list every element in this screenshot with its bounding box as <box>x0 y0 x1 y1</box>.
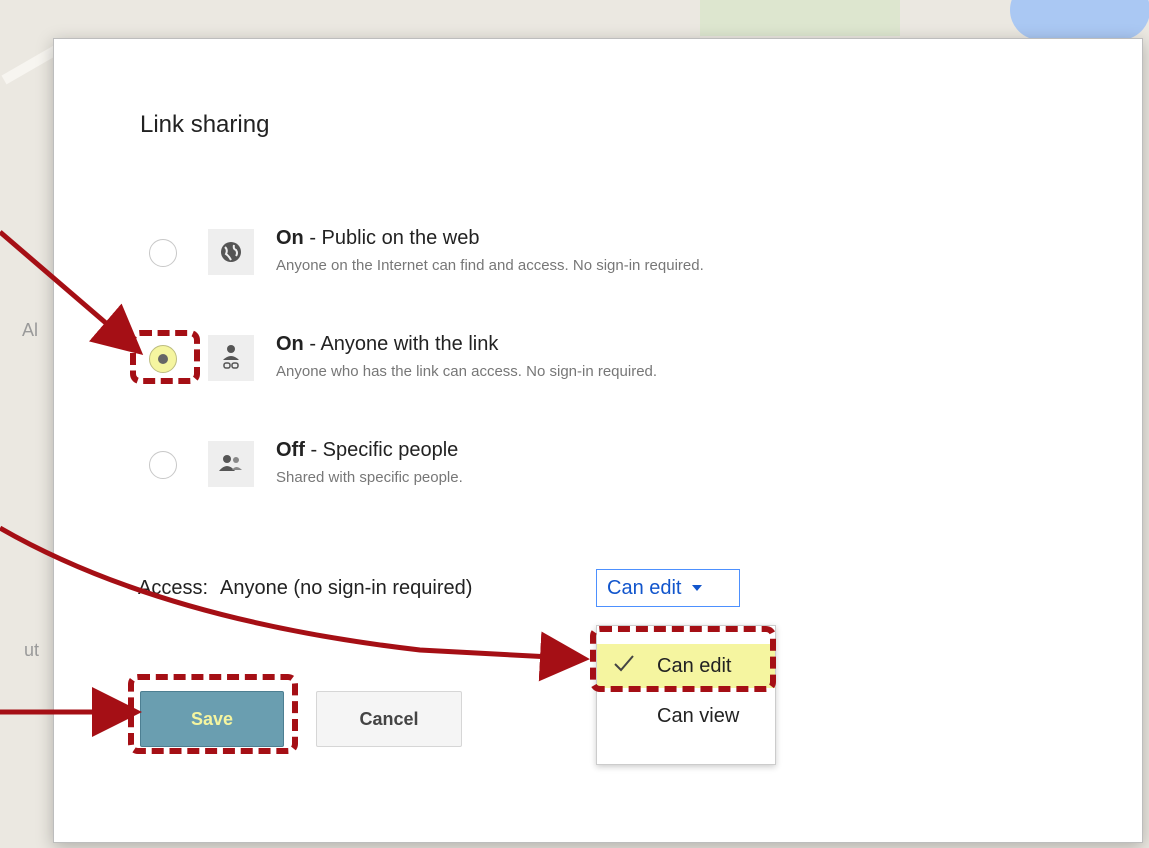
permission-dropdown[interactable]: Can edit <box>596 569 740 607</box>
option-title: Off - Specific people <box>276 439 459 461</box>
option-public-web[interactable]: On - Public on the web Anyone on the Int… <box>54 227 1054 297</box>
option-description: Anyone on the Internet can find and acce… <box>276 257 704 274</box>
option-specific-people[interactable]: Off - Specific people Shared with specif… <box>54 439 1054 509</box>
permission-dropdown-value: Can edit <box>607 576 682 599</box>
person-link-icon <box>208 335 254 381</box>
menu-item-label: Can view <box>657 705 740 727</box>
dialog-title: Link sharing <box>140 111 270 138</box>
menu-item-can-view[interactable]: Can view <box>597 694 775 738</box>
highlight-can-edit <box>590 626 776 692</box>
access-row: Access: Anyone (no sign-in required) <box>138 577 472 600</box>
option-title: On - Public on the web <box>276 227 480 249</box>
radio-specific-people[interactable] <box>149 451 177 479</box>
map-label: ut <box>24 640 40 660</box>
option-anyone-with-link[interactable]: On - Anyone with the link Anyone who has… <box>54 333 1054 403</box>
highlight-radio <box>130 330 200 384</box>
option-title: On - Anyone with the link <box>276 333 499 355</box>
option-description: Anyone who has the link can access. No s… <box>276 363 658 380</box>
highlight-save <box>128 674 298 754</box>
people-icon <box>208 441 254 487</box>
access-label: Access: <box>138 577 209 599</box>
radio-public-web[interactable] <box>149 239 177 267</box>
globe-icon <box>208 229 254 275</box>
map-label: Al <box>22 320 39 340</box>
cancel-button[interactable]: Cancel <box>316 691 462 747</box>
access-value: Anyone (no sign-in required) <box>220 577 473 599</box>
option-description: Shared with specific people. <box>276 469 463 486</box>
chevron-down-icon <box>691 585 702 591</box>
